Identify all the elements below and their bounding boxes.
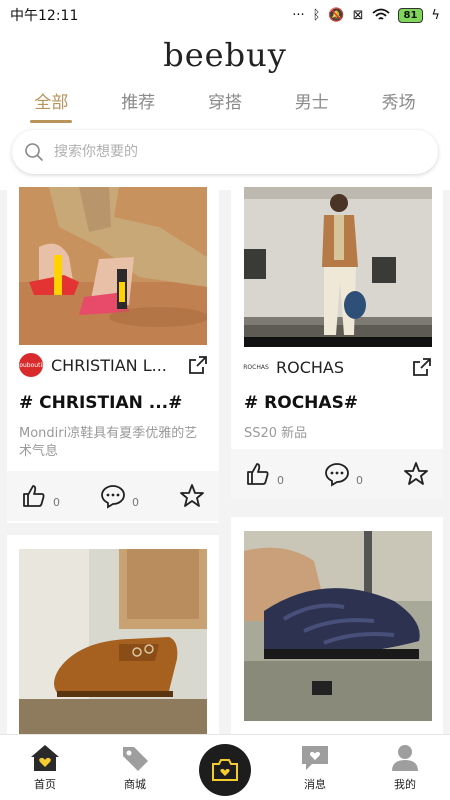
nav-messages-label: 消息 (304, 778, 326, 791)
star-icon[interactable] (403, 461, 429, 487)
bottom-nav: 首页 商城 消息 我的 (0, 734, 450, 800)
brand-logo: ROCHAS (243, 363, 269, 371)
post-tag[interactable]: # ROCHAS# (244, 393, 358, 413)
comment-count: 0 (132, 496, 139, 509)
tab-outfit[interactable]: 穿搭 (208, 88, 242, 123)
nav-home-label: 首页 (34, 778, 56, 791)
like-count: 0 (53, 496, 60, 509)
price-tag-icon (123, 747, 148, 771)
tab-recommend[interactable]: 推荐 (121, 88, 155, 123)
nav-mall[interactable]: 商城 (90, 735, 180, 800)
sim-icon: ⊠ (352, 7, 364, 23)
status-time: 中午12:11 (10, 8, 79, 24)
category-tabs: 全部 推荐 穿搭 男士 秀场 (0, 88, 450, 123)
home-icon (31, 745, 59, 771)
comment-count: 0 (356, 474, 363, 487)
post-image-sandals[interactable] (19, 187, 207, 345)
like-count: 0 (277, 474, 284, 487)
camera-icon (212, 758, 238, 781)
message-heart-icon (302, 746, 328, 770)
search-bar[interactable] (12, 130, 438, 174)
more-dots-icon: ··· (292, 7, 305, 23)
post-image-loafer[interactable] (19, 549, 207, 734)
comment-icon (101, 485, 125, 509)
brand-name[interactable]: CHRISTIAN L... (51, 356, 187, 375)
tab-runway[interactable]: 秀场 (382, 88, 416, 123)
share-icon[interactable] (187, 354, 209, 376)
bluetooth-icon: ᛒ (312, 7, 321, 23)
nav-messages[interactable]: 消息 (270, 735, 360, 800)
mute-bell-icon: 🔕 (328, 7, 345, 23)
brand-row: Louboutin CHRISTIAN L... (16, 353, 209, 377)
nav-mall-label: 商城 (124, 778, 146, 791)
nav-home[interactable]: 首页 (0, 735, 90, 800)
post-actions: 0 0 (7, 471, 219, 521)
status-icons: ··· ᛒ 🔕 ⊠ 81 ϟ (292, 7, 440, 23)
comment-button[interactable]: 0 (100, 483, 139, 509)
post-card[interactable] (231, 517, 443, 734)
thumbs-up-icon (23, 485, 45, 507)
search-icon (25, 143, 43, 161)
user-profile-icon (392, 745, 418, 771)
search-input[interactable] (54, 144, 394, 160)
app-header: beebuy 全部 推荐 穿搭 男士 秀场 (0, 30, 450, 190)
status-bar: 中午12:11 ··· ᛒ 🔕 ⊠ 81 ϟ (0, 0, 450, 30)
star-icon[interactable] (179, 483, 205, 509)
nav-mine[interactable]: 我的 (360, 735, 450, 800)
post-card[interactable] (7, 535, 219, 734)
post-image-sandal-men[interactable] (244, 531, 432, 721)
comment-button[interactable]: 0 (324, 461, 363, 487)
post-description: Mondiri凉鞋具有夏季优雅的艺术气息 (19, 426, 198, 459)
post-tag[interactable]: # CHRISTIAN ...# (19, 393, 182, 413)
battery-level: 81 (397, 7, 424, 23)
post-description: SS20 新品 (244, 426, 308, 441)
share-icon[interactable] (411, 356, 433, 378)
camera-button[interactable] (199, 743, 251, 796)
brand-row: ROCHAS ROCHAS (243, 355, 433, 379)
wifi-icon (371, 8, 390, 20)
tab-all[interactable]: 全部 (30, 88, 73, 123)
nav-camera[interactable] (180, 735, 270, 800)
app-logo: beebuy (163, 36, 287, 74)
brand-name[interactable]: ROCHAS (276, 358, 411, 377)
charging-icon: ϟ (431, 7, 440, 23)
like-button[interactable]: 0 (21, 483, 60, 509)
brand-logo: Louboutin (16, 353, 46, 377)
post-card[interactable]: ROCHAS ROCHAS # ROCHAS# SS20 新品 0 0 (231, 187, 443, 499)
post-image-rochas[interactable] (244, 187, 432, 347)
post-feed: Louboutin CHRISTIAN L... # CHRISTIAN ...… (0, 187, 450, 734)
app-screen: 中午12:11 ··· ᛒ 🔕 ⊠ 81 ϟ beebuy 全部 推荐 穿搭 男… (0, 0, 450, 800)
comment-icon (325, 463, 349, 487)
post-card[interactable]: Louboutin CHRISTIAN L... # CHRISTIAN ...… (7, 187, 219, 523)
tab-men[interactable]: 男士 (295, 88, 329, 123)
thumbs-up-icon (247, 463, 269, 485)
like-button[interactable]: 0 (245, 461, 284, 487)
post-actions: 0 0 (231, 449, 443, 499)
nav-mine-label: 我的 (394, 778, 416, 791)
